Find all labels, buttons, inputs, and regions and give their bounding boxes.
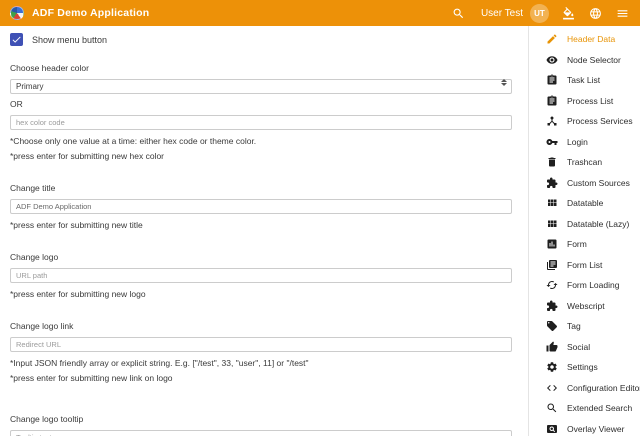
chart-icon: [546, 238, 558, 250]
change-logo-tooltip-input[interactable]: [10, 430, 512, 436]
menu-icon[interactable]: [614, 5, 630, 21]
sidebar-item-label: Datatable (Lazy): [567, 219, 629, 229]
key-icon: [546, 136, 558, 148]
puzzle-icon: [546, 300, 558, 312]
change-title-label: Change title: [10, 183, 512, 193]
app-header: ADF Demo Application User Test UT: [0, 0, 640, 26]
sidebar-item-form[interactable]: Form: [529, 234, 640, 255]
sidebar-item-label: Node Selector: [567, 55, 621, 65]
sidebar-item-label: Tag: [567, 321, 581, 331]
sidebar-item-label: Extended Search: [567, 403, 632, 413]
app-title: ADF Demo Application: [32, 7, 149, 19]
sidebar-item-process-list[interactable]: Process List: [529, 91, 640, 112]
change-title-input[interactable]: [10, 199, 512, 214]
library-icon: [546, 259, 558, 271]
sidebar-item-label: Form Loading: [567, 280, 619, 290]
trash-icon: [546, 156, 558, 168]
sidebar-item-webscript[interactable]: Webscript: [529, 296, 640, 317]
header-color-select[interactable]: Primary: [10, 79, 512, 94]
logo-note: *press enter for submitting new logo: [10, 289, 512, 299]
sidebar-item-label: Task List: [567, 75, 600, 85]
sidebar-item-label: Process Services: [567, 116, 633, 126]
puzzle-icon: [546, 177, 558, 189]
avatar-initials: UT: [534, 9, 545, 18]
sidebar-item-process-services[interactable]: Process Services: [529, 111, 640, 132]
sidebar-item-label: Form List: [567, 260, 602, 270]
eye-icon: [546, 54, 558, 66]
thumb-up-icon: [546, 341, 558, 353]
sidebar-item-label: Process List: [567, 96, 613, 106]
sidebar-item-label: Header Data: [567, 34, 615, 44]
search-icon[interactable]: [451, 5, 467, 21]
sidebar-item-label: Trashcan: [567, 157, 602, 167]
change-logo-link-input[interactable]: [10, 337, 512, 352]
sidebar-item-datatable-lazy[interactable]: Datatable (Lazy): [529, 214, 640, 235]
sidebar-item-tag[interactable]: Tag: [529, 316, 640, 337]
logo-link-note-format: *Input JSON friendly array or explicit s…: [10, 358, 512, 368]
sidebar-item-label: Login: [567, 137, 588, 147]
code-icon: [546, 382, 558, 394]
app-logo-icon[interactable]: [10, 6, 24, 20]
hex-color-input[interactable]: [10, 115, 512, 130]
show-menu-button-label: Show menu button: [32, 35, 107, 45]
sidebar-item-label: Settings: [567, 362, 598, 372]
sidebar-item-social[interactable]: Social: [529, 337, 640, 358]
color-fill-icon[interactable]: [560, 5, 576, 21]
sidebar-item-login[interactable]: Login: [529, 132, 640, 153]
sidebar-item-settings[interactable]: Settings: [529, 357, 640, 378]
header-color-label: Choose header color: [10, 63, 512, 73]
logo-link-note-submit: *press enter for submitting new link on …: [10, 373, 512, 383]
sidebar-item-form-list[interactable]: Form List: [529, 255, 640, 276]
change-logo-input[interactable]: [10, 268, 512, 283]
sidebar-item-header-data[interactable]: Header Data: [529, 29, 640, 50]
change-logo-link-label: Change logo link: [10, 321, 512, 331]
sidebar-item-overlay-viewer[interactable]: Overlay Viewer: [529, 419, 640, 436]
sidebar-item-label: Configuration Editor: [567, 383, 640, 393]
gear-icon: [546, 361, 558, 373]
sidebar-item-custom-sources[interactable]: Custom Sources: [529, 173, 640, 194]
user-name[interactable]: User Test: [481, 8, 523, 19]
sidebar-item-label: Datatable: [567, 198, 603, 208]
show-menu-button-checkbox[interactable]: Show menu button: [10, 33, 512, 46]
sidebar-item-extended-search[interactable]: Extended Search: [529, 398, 640, 419]
sidebar-item-node-selector[interactable]: Node Selector: [529, 50, 640, 71]
sidebar-item-form-loading[interactable]: Form Loading: [529, 275, 640, 296]
checkbox-checked-icon[interactable]: [10, 33, 23, 46]
sidebar-item-label: Form: [567, 239, 587, 249]
sidebar-nav: Header Data Node Selector Task List Process…: [528, 26, 640, 436]
sidebar-item-label: Overlay Viewer: [567, 424, 624, 434]
grid-icon: [546, 218, 558, 230]
edit-icon: [546, 33, 558, 45]
clipboard-icon: [546, 74, 558, 86]
change-logo-tooltip-label: Change logo tooltip: [10, 414, 512, 424]
device-hub-icon: [546, 115, 558, 127]
change-logo-label: Change logo: [10, 252, 512, 262]
sidebar-item-task-list[interactable]: Task List: [529, 70, 640, 91]
sidebar-item-label: Custom Sources: [567, 178, 630, 188]
pageview-icon: [546, 423, 558, 435]
refresh-icon: [546, 279, 558, 291]
hex-note-submit: *press enter for submitting new hex colo…: [10, 151, 512, 161]
header-color-select-wrap: Primary: [10, 76, 512, 94]
tag-icon: [546, 320, 558, 332]
sidebar-item-label: Social: [567, 342, 590, 352]
or-label: OR: [10, 99, 512, 109]
sidebar-item-datatable[interactable]: Datatable: [529, 193, 640, 214]
grid-icon: [546, 197, 558, 209]
search-icon: [546, 402, 558, 414]
sidebar-item-trashcan[interactable]: Trashcan: [529, 152, 640, 173]
hex-note-choose: *Choose only one value at a time: either…: [10, 136, 512, 146]
header-data-panel: Show menu button Choose header color Pri…: [0, 26, 528, 436]
title-note: *press enter for submitting new title: [10, 220, 512, 230]
main-area: Show menu button Choose header color Pri…: [0, 26, 640, 436]
language-globe-icon[interactable]: [587, 5, 603, 21]
sidebar-item-configuration-editor[interactable]: Configuration Editor: [529, 378, 640, 399]
app-window: ADF Demo Application User Test UT Show m…: [0, 0, 640, 436]
avatar[interactable]: UT: [530, 4, 549, 23]
sidebar-item-label: Webscript: [567, 301, 605, 311]
clipboard-icon: [546, 95, 558, 107]
